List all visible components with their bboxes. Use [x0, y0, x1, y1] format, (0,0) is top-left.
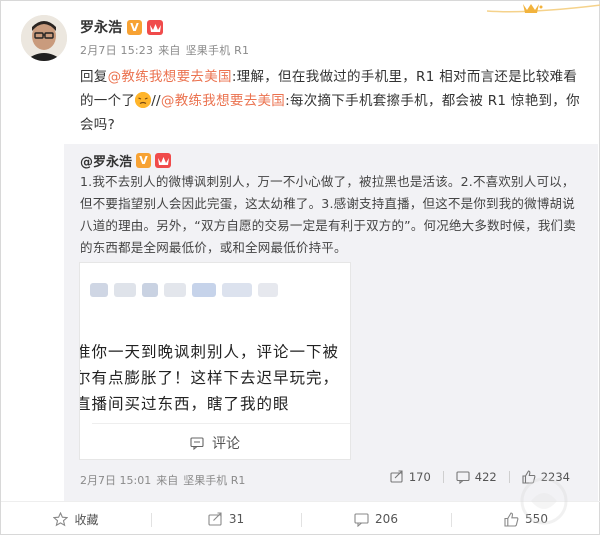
quote-repost-count: 170	[408, 470, 431, 484]
favorite-button[interactable]: 收藏	[1, 502, 151, 535]
repost-icon	[390, 470, 403, 483]
quote-meta: 2月7日 15:01 来自 坚果手机 R1	[80, 472, 245, 488]
like-icon	[504, 511, 519, 527]
verified-v-icon: V	[136, 153, 152, 168]
favorite-icon	[53, 511, 69, 526]
avatar-portrait-icon	[21, 15, 67, 61]
mention-link[interactable]: @教练我想要去美国	[108, 69, 232, 85]
repost-count: 31	[228, 512, 245, 526]
comment-count: 206	[375, 512, 398, 526]
post-source[interactable]: 坚果手机 R1	[186, 42, 250, 58]
vip-crown-icon	[487, 4, 600, 13]
quote-like-button[interactable]: 2234	[510, 470, 582, 484]
screenshot-line: 直播间买过东西，瞎了我的眼	[79, 395, 290, 413]
repost-button[interactable]: 31	[151, 502, 301, 535]
vip-icon	[155, 153, 172, 168]
post-text: 回复@教练我想要去美国:理解，但在我做过的手机里，R1 相对而言还是比较难看的一…	[80, 65, 588, 137]
blurred-username	[80, 275, 350, 303]
quote-like-count: 2234	[540, 470, 570, 484]
mention-link[interactable]: @教练我想要去美国	[161, 93, 285, 109]
post-date[interactable]: 2月7日 15:23	[80, 42, 153, 58]
post-meta: 2月7日 15:23 来自 坚果手机 R1	[80, 42, 249, 58]
quote-date[interactable]: 2月7日 15:01	[80, 472, 151, 488]
like-button[interactable]: 550	[451, 502, 600, 535]
quoted-post[interactable]: @罗永浩 V 1.我不去别人的微博讽刺别人，万一不小心做了，被拉黑也是活该。2.…	[64, 144, 598, 501]
action-bar: 收藏 31 206 550	[1, 501, 600, 535]
quote-from-label: 来自	[156, 474, 179, 487]
vip-icon	[147, 19, 163, 35]
avatar[interactable]	[21, 15, 67, 61]
comment-icon	[190, 437, 204, 450]
quote-author-name[interactable]: @罗永浩	[80, 151, 132, 170]
like-icon	[522, 470, 536, 484]
screenshot-image[interactable]: 准你一天到晚讽刺别人，评论一下被 尔有点膨胀了！这样下去迟早玩完， 直播间买过东…	[79, 262, 351, 460]
verified-v-icon: V	[127, 19, 142, 35]
quote-text: 1.我不去别人的微博讽刺别人，万一不小心做了，被拉黑也是活该。2.不喜欢别人可以…	[80, 174, 576, 255]
quote-stats: 170 422 2234	[378, 470, 582, 484]
screenshot-comment-button: 评论	[190, 433, 240, 453]
quote-comment-button[interactable]: 422	[444, 470, 509, 484]
screenshot-text: 准你一天到晚讽刺别人，评论一下被 尔有点膨胀了！这样下去迟早玩完， 直播间买过东…	[79, 339, 350, 417]
repost-separator: //	[151, 93, 161, 109]
post-from-label: 来自	[158, 44, 181, 57]
like-count: 550	[525, 512, 548, 526]
thinking-emoji-icon	[135, 92, 152, 108]
repost-icon	[208, 511, 222, 526]
divider	[92, 423, 350, 424]
author-name[interactable]: 罗永浩	[80, 17, 122, 37]
comment-button[interactable]: 206	[301, 502, 451, 535]
screenshot-line: 尔有点膨胀了！这样下去迟早玩完，	[79, 369, 340, 387]
comment-icon	[456, 471, 470, 484]
quote-source[interactable]: 坚果手机 R1	[183, 472, 245, 488]
reply-prefix: 回复	[80, 69, 108, 85]
post-author-row: 罗永浩 V	[80, 17, 163, 37]
favorite-label: 收藏	[74, 512, 99, 527]
screenshot-comment-label: 评论	[212, 436, 240, 452]
quote-repost-button[interactable]: 170	[378, 470, 443, 484]
comment-icon	[354, 512, 369, 527]
screenshot-line: 准你一天到晚讽刺别人，评论一下被	[79, 343, 340, 361]
quote-author-row: @罗永浩 V	[80, 151, 172, 170]
quote-comment-count: 422	[474, 470, 497, 484]
weibo-post-card: 罗永浩 V 2月7日 15:23 来自 坚果手机 R1 回复@教练我想要去美国:…	[0, 0, 600, 535]
